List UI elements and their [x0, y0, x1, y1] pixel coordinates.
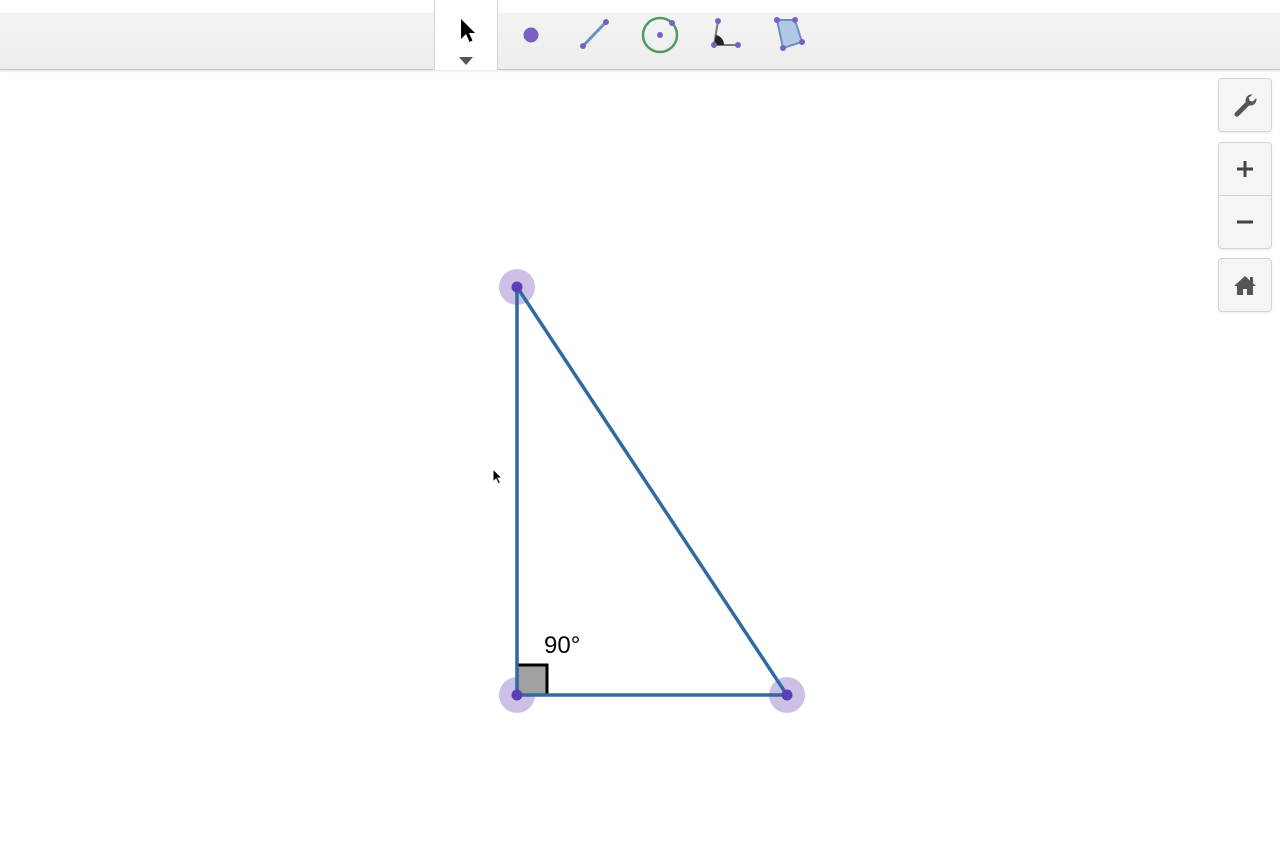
home-group	[1218, 258, 1272, 312]
move-arrow-icon	[461, 19, 475, 42]
tool-angle[interactable]	[692, 0, 756, 69]
point-bottom-right[interactable]	[781, 689, 793, 701]
mouse-cursor-icon	[492, 468, 504, 485]
settings-button[interactable]	[1219, 79, 1271, 131]
point-bottom-left[interactable]	[511, 689, 523, 701]
plus-icon	[1237, 161, 1253, 177]
tool-polygon[interactable]	[757, 0, 821, 69]
angle-icon	[711, 17, 741, 48]
tool-segment[interactable]	[563, 0, 627, 69]
zoom-group	[1218, 142, 1272, 249]
tool-move[interactable]	[434, 0, 498, 70]
polygon-icon	[774, 16, 805, 51]
settings-group	[1218, 78, 1272, 132]
tool-circle[interactable]	[628, 0, 692, 69]
circle-icon	[641, 16, 679, 53]
zoom-out-button[interactable]	[1219, 195, 1271, 248]
construction-svg	[499, 269, 805, 713]
segment-icon	[580, 18, 609, 49]
right-angle-marker	[515, 663, 549, 697]
minus-icon	[1237, 220, 1253, 224]
geometry-canvas[interactable]	[0, 70, 1280, 854]
home-button[interactable]	[1219, 259, 1271, 311]
home-icon	[1234, 276, 1256, 295]
tool-point[interactable]	[499, 0, 563, 69]
toolbar	[0, 0, 1280, 70]
point-top[interactable]	[511, 281, 523, 293]
chevron-down-icon[interactable]	[458, 56, 474, 66]
wrench-icon	[1234, 94, 1257, 117]
angle-label: 90°	[544, 632, 581, 659]
point-icon	[523, 27, 539, 42]
zoom-in-button[interactable]	[1219, 143, 1271, 195]
